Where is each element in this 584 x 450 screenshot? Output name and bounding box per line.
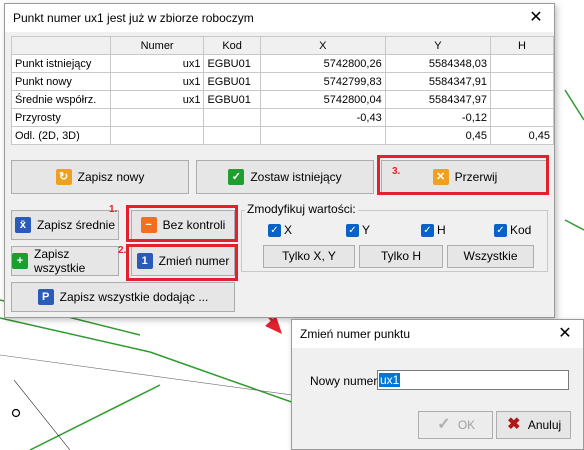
cell-h <box>490 54 554 73</box>
table-row: Przyrosty -0,43 -0,12 <box>11 108 554 127</box>
all-button[interactable]: Wszystkie <box>447 245 534 268</box>
title-bar: Punkt numer ux1 jest już w zbiorze roboc… <box>5 4 554 32</box>
cell-x: 5742800,26 <box>259 54 386 73</box>
checkbox-h[interactable]: ✓ H <box>421 223 446 237</box>
cancel-label: Anuluj <box>527 418 562 432</box>
cell-x: -0,43 <box>259 108 386 127</box>
cell-kod <box>203 126 261 145</box>
header-cell-h: H <box>490 36 554 55</box>
new-number-label: Nowy numer: <box>310 374 381 388</box>
cell-h <box>490 108 554 127</box>
new-number-input[interactable]: ux1 <box>377 370 569 390</box>
cell-numer <box>109 126 205 145</box>
row-label: Odl. (2D, 3D) <box>11 126 111 145</box>
only-xy-button[interactable]: Tylko X, Y <box>263 245 355 268</box>
checkbox-checked-icon: ✓ <box>421 223 434 237</box>
cell-h <box>490 72 554 91</box>
checkbox-checked-icon: ✓ <box>494 223 507 237</box>
cancel-x-icon: ✖ <box>507 416 521 433</box>
table-row: Średnie współrz. ux1 EGBU01 5742800,04 5… <box>11 90 554 109</box>
ok-label: OK <box>457 418 476 432</box>
only-h-button[interactable]: Tylko H <box>359 245 443 268</box>
modify-values-label: Zmodyfikuj wartości: <box>245 202 358 216</box>
checkbox-x-label: X <box>284 223 293 237</box>
cell-numer: ux1 <box>109 54 205 73</box>
annotation-box-abort <box>377 155 549 195</box>
cell-x <box>259 126 386 145</box>
keep-existing-label: Zostaw istniejący <box>250 170 342 184</box>
checkbox-y[interactable]: ✓ Y <box>346 223 370 237</box>
close-button[interactable]: ✕ <box>518 4 554 32</box>
rename-title-bar: Zmień numer punktu ✕ <box>292 320 583 348</box>
table-header-row: Numer Kod X Y H <box>11 36 554 55</box>
points-table: Numer Kod X Y H Punkt istniejący ux1 EGB… <box>11 36 554 145</box>
checkbox-h-label: H <box>437 223 446 237</box>
annotation-step-3: 3. <box>392 166 401 177</box>
table-row: Punkt istniejący ux1 EGBU01 5742800,26 5… <box>11 54 554 73</box>
cell-numer: ux1 <box>109 90 205 109</box>
cell-y: 5584348,03 <box>384 54 492 73</box>
dialog-title: Punkt numer ux1 jest już w zbiorze roboc… <box>13 11 254 25</box>
cell-h: 0,45 <box>490 126 554 145</box>
checkbox-checked-icon: ✓ <box>346 223 359 237</box>
row-label: Punkt nowy <box>11 72 111 91</box>
save-average-label: Zapisz średnie <box>36 218 116 232</box>
p-icon: P <box>37 289 54 305</box>
checkmark-icon: ✓ <box>437 416 451 433</box>
save-average-button[interactable]: x̄ Zapisz średnie <box>11 210 119 240</box>
cell-kod: EGBU01 <box>203 54 261 73</box>
save-all-adding-label: Zapisz wszystkie dodając ... <box>59 290 209 304</box>
checkbox-kod[interactable]: ✓ Kod <box>494 223 531 237</box>
checkbox-x[interactable]: ✓ X <box>268 223 292 237</box>
checkmark-icon: ✓ <box>228 169 245 185</box>
cell-y: 5584347,97 <box>384 90 492 109</box>
save-all-label: Zapisz wszystkie <box>34 247 86 275</box>
rename-dialog-title: Zmień numer punktu <box>300 327 411 341</box>
header-cell-numer: Numer <box>109 36 205 55</box>
cell-h <box>490 90 554 109</box>
ok-button[interactable]: ✓ OK <box>418 411 493 439</box>
cell-kod: EGBU01 <box>203 72 261 91</box>
plus-icon: + <box>12 253 28 269</box>
checkbox-kod-label: Kod <box>510 223 532 237</box>
cell-y: 5584347,91 <box>384 72 492 91</box>
row-label: Średnie współrz. <box>11 90 111 109</box>
table-row: Odl. (2D, 3D) 0,45 0,45 <box>11 126 554 145</box>
annotation-step-1: 1. <box>109 204 118 215</box>
cell-x: 5742800,04 <box>259 90 386 109</box>
header-cell-y: Y <box>384 36 492 55</box>
average-icon: x̄ <box>14 217 31 233</box>
table-row: Punkt nowy ux1 EGBU01 5742799,83 5584347… <box>11 72 554 91</box>
annotation-step-2: 2. <box>118 245 127 256</box>
refresh-icon: ↻ <box>55 169 72 185</box>
cell-kod: EGBU01 <box>203 90 261 109</box>
rename-close-button[interactable]: ✕ <box>547 320 583 348</box>
cell-numer: ux1 <box>109 72 205 91</box>
annotation-box-no-control <box>126 205 238 242</box>
cell-y: 0,45 <box>384 126 492 145</box>
header-cell <box>11 36 111 55</box>
save-all-adding-button[interactable]: P Zapisz wszystkie dodając ... <box>11 282 235 312</box>
checkbox-y-label: Y <box>362 223 371 237</box>
save-new-label: Zapisz nowy <box>77 170 145 184</box>
row-label: Punkt istniejący <box>11 54 111 73</box>
annotation-box-rename <box>126 244 238 281</box>
new-number-value: ux1 <box>379 373 401 387</box>
cancel-button[interactable]: ✖ Anuluj <box>496 411 571 439</box>
cell-x: 5742799,83 <box>259 72 386 91</box>
header-cell-x: X <box>259 36 386 55</box>
keep-existing-button[interactable]: ✓ Zostaw istniejący <box>196 160 374 194</box>
cell-kod <box>203 108 261 127</box>
checkbox-checked-icon: ✓ <box>268 223 281 237</box>
save-all-button[interactable]: + Zapisz wszystkie <box>11 246 119 276</box>
row-label: Przyrosty <box>11 108 111 127</box>
save-new-button[interactable]: ↻ Zapisz nowy <box>11 160 189 194</box>
cell-y: -0,12 <box>384 108 492 127</box>
rename-point-dialog: Zmień numer punktu ✕ Nowy numer: ux1 ✓ O… <box>291 319 584 450</box>
cell-numer <box>109 108 205 127</box>
header-cell-kod: Kod <box>203 36 261 55</box>
